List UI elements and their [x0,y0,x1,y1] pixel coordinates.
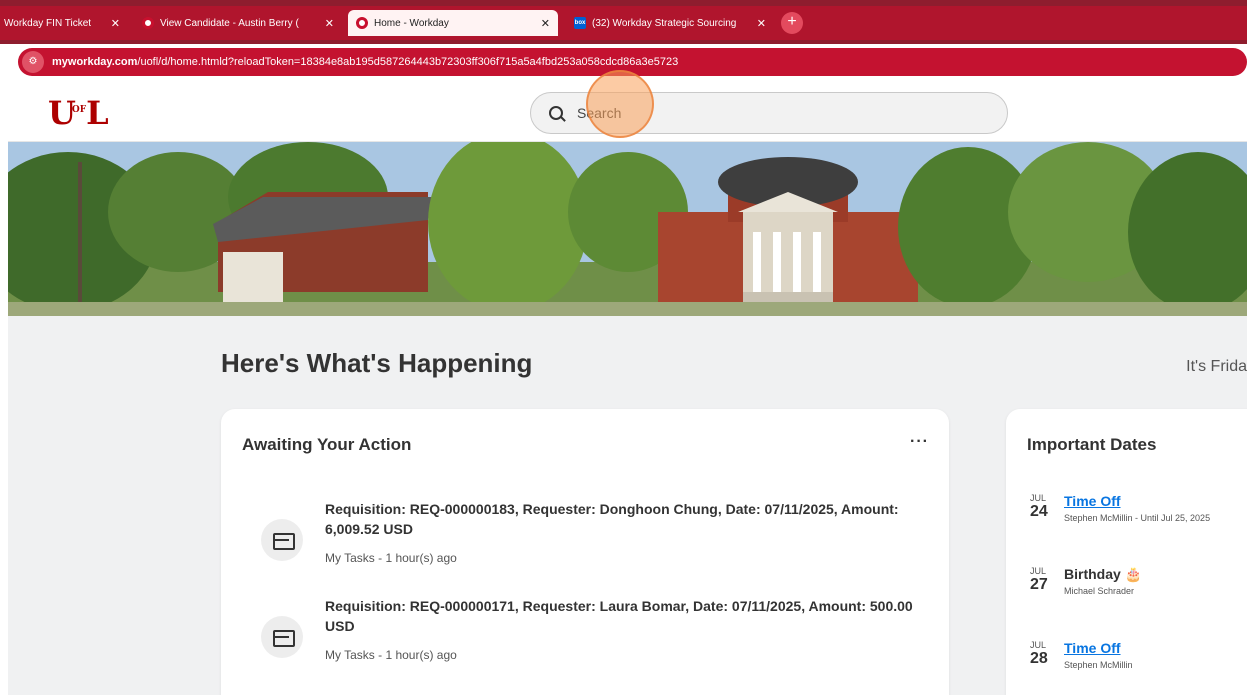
campus-banner-image [8,142,1247,316]
date-day: 28 [1030,650,1048,667]
tab-view-candidate[interactable]: View Candidate - Austin Berry ( ✕ [134,10,342,36]
url-text: myworkday.com/uofl/d/home.htmld?reloadTo… [52,56,679,68]
browser-tab-bar: Workday FIN Ticket ✕ View Candidate - Au… [0,0,1247,44]
logo-small-text: OF [71,105,87,115]
greeting-text: It's Frida [1186,358,1247,375]
card-title: Important Dates [1027,435,1157,454]
window-edge [0,0,8,695]
close-icon[interactable]: ✕ [751,17,766,30]
inbox-icon [261,616,303,658]
tab-home-workday[interactable]: Home - Workday ✕ [348,10,558,36]
tab-workday-fin-ticket[interactable]: Workday FIN Ticket ✕ [0,10,128,36]
task-meta: My Tasks - 1 hour(s) ago [325,551,457,565]
date-day: 27 [1030,576,1048,593]
close-icon[interactable]: ✕ [535,17,550,30]
date-month: JUL [1030,640,1047,650]
date-day: 24 [1030,503,1048,520]
birthday-title: Birthday 🎂 [1064,566,1143,582]
page-title: Here's What's Happening [221,348,533,378]
date-month: JUL [1030,493,1047,503]
close-icon[interactable]: ✕ [105,17,120,30]
search-icon [549,106,563,120]
time-off-link[interactable]: Time Off [1064,493,1121,509]
uofl-logo[interactable]: OFUOFL [48,94,109,132]
tab-label: (32) Workday Strategic Sourcing [592,17,737,29]
tab-label: Workday FIN Ticket [4,17,92,29]
address-bar: ⚙ myworkday.com/uofl/d/home.htmld?reload… [8,44,1247,82]
close-icon[interactable]: ✕ [319,17,334,30]
task-title[interactable]: Requisition: REQ-000000171, Requester: L… [325,596,945,636]
search-input[interactable] [577,105,957,121]
more-options-icon[interactable]: ··· [910,433,929,451]
home-content: Here's What's Happening It's Frida Await… [8,316,1247,695]
tab-strategic-sourcing[interactable]: box (32) Workday Strategic Sourcing ✕ [566,10,774,36]
campus-illustration [8,142,1247,316]
box-favicon-icon: box [574,17,586,29]
date-detail: Stephen McMillin - Until Jul 25, 2025 [1064,513,1211,523]
date-detail: Michael Schrader [1064,586,1135,596]
time-off-link[interactable]: Time Off [1064,640,1121,656]
tab-label: View Candidate - Austin Berry ( [160,17,299,29]
search-bar[interactable] [530,92,1008,134]
new-tab-button[interactable]: + [781,12,803,34]
tab-label: Home - Workday [374,17,449,29]
site-settings-icon[interactable]: ⚙ [22,51,44,73]
card-title: Awaiting Your Action [242,435,412,454]
date-month: JUL [1030,566,1047,576]
inbox-icon [261,519,303,561]
task-meta: My Tasks - 1 hour(s) ago [325,648,457,662]
workday-favicon-icon [142,17,154,29]
url-field[interactable]: ⚙ myworkday.com/uofl/d/home.htmld?reload… [18,48,1247,76]
workday-favicon-icon [356,17,368,29]
workday-header: OFUOFL [8,84,1247,142]
task-title[interactable]: Requisition: REQ-000000183, Requester: D… [325,499,945,539]
date-detail: Stephen McMillin [1064,660,1133,670]
awaiting-action-card: Awaiting Your Action ··· Requisition: RE… [221,409,949,695]
important-dates-card: Important Dates JUL 24 Time Off Stephen … [1006,409,1247,695]
